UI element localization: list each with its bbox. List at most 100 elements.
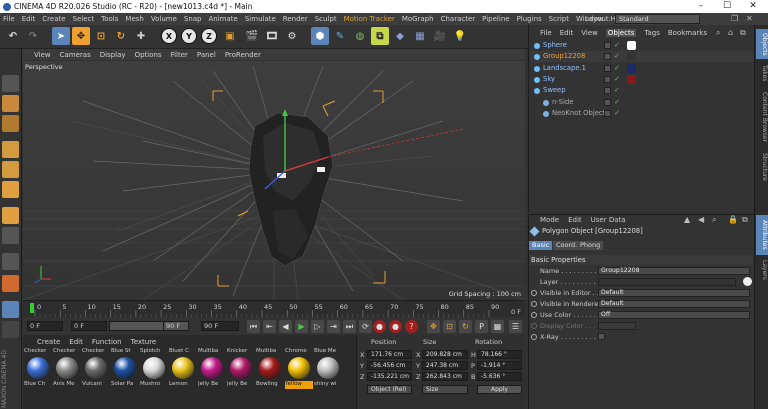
object-tag-icon[interactable] xyxy=(627,41,636,50)
menu-pipeline[interactable]: Pipeline xyxy=(482,15,509,23)
lock-workplane-icon[interactable] xyxy=(2,321,19,338)
edges-mode-icon[interactable] xyxy=(2,161,19,178)
vp-menu-view[interactable]: View xyxy=(34,51,51,59)
vp-menu-filter[interactable]: Filter xyxy=(171,51,188,59)
redo-icon[interactable]: ↷ xyxy=(24,27,42,45)
menu-select[interactable]: Select xyxy=(73,15,95,23)
size-y-field[interactable]: 247.38 cm xyxy=(422,361,468,370)
side-tab-attributes[interactable]: Attributes xyxy=(756,215,768,255)
obj-menu-view[interactable]: View xyxy=(581,29,598,37)
obj-menu-tags[interactable]: Tags xyxy=(644,29,660,37)
material-swatch[interactable]: Multiba Bowling xyxy=(256,348,284,400)
display-color-field[interactable] xyxy=(598,322,636,330)
coord-mode-dropdown[interactable]: Object (Rel) xyxy=(367,385,412,394)
rotate-tool-icon[interactable]: ↻ xyxy=(112,27,130,45)
subdivision-icon[interactable]: ◍ xyxy=(351,27,369,45)
layer-picker-icon[interactable] xyxy=(743,277,752,286)
render-picture-viewer-icon[interactable]: 🎞 xyxy=(263,27,281,45)
menu-mograph[interactable]: MoGraph xyxy=(402,15,434,23)
material-swatch[interactable]: Checker Vulcani xyxy=(82,348,110,400)
vp-menu-panel[interactable]: Panel xyxy=(197,51,216,59)
xray-radio[interactable] xyxy=(531,334,537,340)
axis-mode-icon[interactable] xyxy=(2,207,19,224)
object-row[interactable]: NeoKnot Object ✓ xyxy=(530,108,754,119)
obj-menu-file[interactable]: File xyxy=(540,29,552,37)
rotation-key-icon[interactable]: ↻ xyxy=(459,320,472,333)
layer-color-box[interactable] xyxy=(604,53,611,61)
layer-color-box[interactable] xyxy=(604,98,611,106)
light-icon[interactable]: 💡 xyxy=(451,27,469,45)
vp-menu-display[interactable]: Display xyxy=(100,51,126,59)
menu-volume[interactable]: Volume xyxy=(151,15,177,23)
object-row[interactable]: Group12208 ✓ xyxy=(530,51,754,63)
attr-back-icon[interactable]: ◀ xyxy=(698,215,704,224)
home-icon[interactable]: ⌂ xyxy=(728,28,733,37)
menu-animate[interactable]: Animate xyxy=(209,15,238,23)
attr-search-icon[interactable]: ⌕ xyxy=(712,215,716,225)
material-swatch[interactable]: Blue St Solar Pa xyxy=(111,348,139,400)
camera-icon[interactable]: 🎥 xyxy=(431,27,449,45)
vp-menu-prorender[interactable]: ProRender xyxy=(225,51,261,59)
layer-color-box[interactable] xyxy=(604,42,611,49)
search-icon[interactable]: ⌕ xyxy=(716,28,720,38)
restore-button[interactable]: ❐ xyxy=(731,14,741,24)
menu-sculpt[interactable]: Sculpt xyxy=(315,15,337,23)
attr-menu-edit[interactable]: Edit xyxy=(568,216,582,224)
visible-renderer-radio[interactable] xyxy=(531,301,537,307)
cube-icon[interactable]: ⬢ xyxy=(311,27,329,45)
side-tab-layers[interactable]: Layers xyxy=(756,257,768,283)
obj-menu-objects[interactable]: Objects xyxy=(605,28,637,37)
magnet-icon[interactable] xyxy=(2,275,19,292)
menu-tools[interactable]: Tools xyxy=(101,15,118,23)
render-settings-icon[interactable]: ⚙ xyxy=(283,27,301,45)
render-view-icon[interactable]: 🎬 xyxy=(243,27,261,45)
menu-edit[interactable]: Edit xyxy=(22,15,36,23)
material-swatch[interactable]: Chrome Yellow xyxy=(285,348,313,400)
coordinate-system-icon[interactable]: ▣ xyxy=(221,27,239,45)
side-tab-takes[interactable]: Takes xyxy=(756,61,768,85)
vp-menu-options[interactable]: Options xyxy=(135,51,162,59)
attr-menu-userdata[interactable]: User Data xyxy=(591,216,626,224)
attr-menu-mode[interactable]: Mode xyxy=(540,216,559,224)
use-color-radio[interactable] xyxy=(531,312,537,318)
vp-menu-cameras[interactable]: Cameras xyxy=(60,51,91,59)
model-mode-icon[interactable] xyxy=(2,95,19,112)
timeline-menu-icon[interactable]: ☰ xyxy=(509,320,522,333)
size-z-field[interactable]: 262.843 cm xyxy=(422,372,468,381)
pos-z-field[interactable]: -135.221 cm xyxy=(367,372,412,381)
preview-end-field[interactable]: 90 F xyxy=(163,321,189,331)
menu-character[interactable]: Character xyxy=(441,15,476,23)
go-to-end-icon[interactable]: ⏭ xyxy=(343,320,356,333)
make-editable-icon[interactable] xyxy=(2,75,19,92)
visible-renderer-dropdown[interactable]: Default xyxy=(598,300,750,308)
polygons-mode-icon[interactable] xyxy=(2,181,19,198)
select-tool-icon[interactable]: ➤ xyxy=(52,27,70,45)
apply-button[interactable]: Apply xyxy=(477,385,522,394)
layer-color-box[interactable] xyxy=(604,64,611,72)
pos-y-field[interactable]: -56.456 cm xyxy=(367,361,412,370)
obj-menu-bookmarks[interactable]: Bookmarks xyxy=(668,29,707,37)
attr-tab-basic[interactable]: Basic xyxy=(529,241,553,250)
xray-checkbox[interactable] xyxy=(598,333,605,340)
x-axis-lock[interactable]: X xyxy=(160,27,178,45)
pos-x-field[interactable]: 171.76 cm xyxy=(367,350,412,359)
display-color-radio[interactable] xyxy=(531,323,537,329)
side-tab-structure[interactable]: Structure xyxy=(756,147,768,187)
snap-icon[interactable] xyxy=(2,253,19,270)
attr-up-icon[interactable]: ▲ xyxy=(684,215,690,224)
material-swatch[interactable]: Splotch Mushro xyxy=(140,348,168,400)
attr-tab-phong[interactable]: Phong xyxy=(577,241,604,250)
obj-menu-edit[interactable]: Edit xyxy=(560,29,574,37)
pen-icon[interactable]: ✎ xyxy=(331,27,349,45)
tweak-mode-icon[interactable] xyxy=(2,227,19,244)
size-mode-dropdown[interactable]: Size xyxy=(422,385,468,394)
autokey-icon[interactable]: ● xyxy=(389,320,402,333)
menu-plugins[interactable]: Plugins xyxy=(517,15,542,23)
floor-icon[interactable]: ▦ xyxy=(411,27,429,45)
visibility-check-icon[interactable]: ✓ xyxy=(614,63,620,74)
maximize-button[interactable]: ☐ xyxy=(716,0,738,13)
object-tag-icon[interactable] xyxy=(627,74,636,84)
timeline-ruler[interactable]: 0 5 10 15 20 25 30 35 40 45 50 55 60 65 70 75 80 85 90 0 F xyxy=(23,300,525,317)
material-swatch[interactable]: Knicker Jelly Be xyxy=(227,348,255,400)
visibility-check-icon[interactable]: ✓ xyxy=(614,51,620,62)
